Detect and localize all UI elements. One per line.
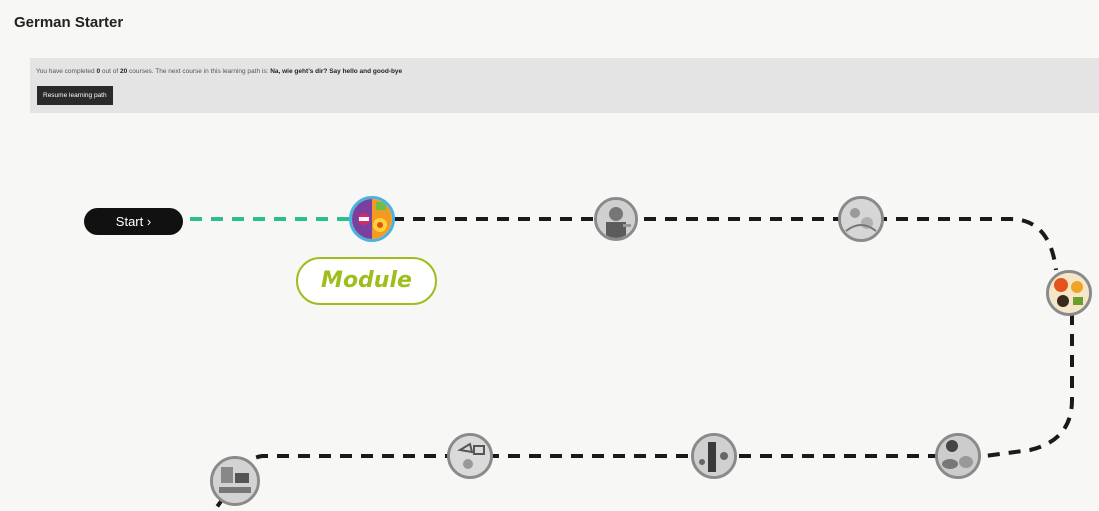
module-label: Module <box>296 257 437 305</box>
grey-chat-thumbnail-icon <box>450 436 490 476</box>
course-node-5[interactable] <box>935 433 981 479</box>
course-node-3[interactable] <box>838 196 884 242</box>
colorful-food-thumbnail-icon <box>1049 273 1089 313</box>
path-segment-top <box>392 217 1058 271</box>
grey-sketch-thumbnail-icon <box>841 199 881 239</box>
course-node-1[interactable] <box>349 196 395 242</box>
grey-portrait-thumbnail-icon <box>597 200 635 238</box>
grey-desk-thumbnail-icon <box>213 459 257 503</box>
path-segment-right <box>984 313 1074 458</box>
course-node-7[interactable] <box>447 433 493 479</box>
learning-path-track <box>190 217 1074 511</box>
course-node-8[interactable] <box>210 456 260 506</box>
course-node-6[interactable] <box>691 433 737 479</box>
course-node-2[interactable] <box>594 197 638 241</box>
grey-objects-thumbnail-icon <box>938 436 978 476</box>
path-segment-bottom <box>236 454 940 479</box>
course-node-4[interactable] <box>1046 270 1092 316</box>
start-button[interactable]: Start › <box>84 208 183 235</box>
grey-figure-thumbnail-icon <box>694 436 734 476</box>
colorful-greeting-thumbnail-icon <box>352 199 392 239</box>
